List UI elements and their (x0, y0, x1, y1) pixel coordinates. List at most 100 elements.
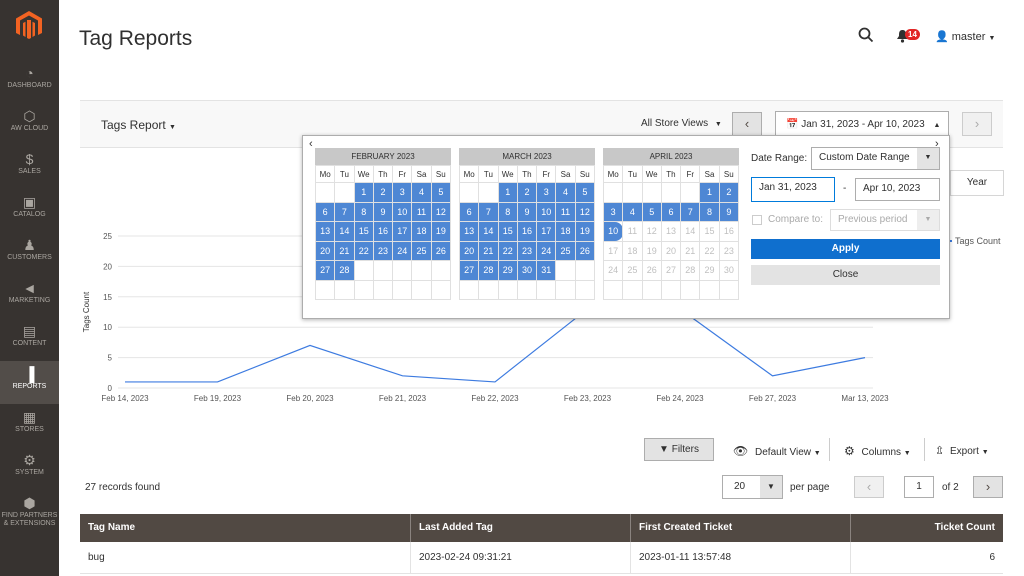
calendar-day[interactable]: 4 (622, 201, 643, 222)
calendar-day[interactable]: 6 (660, 201, 682, 222)
calendar-day[interactable]: 27 (458, 260, 480, 281)
calendar-day[interactable]: 11 (411, 201, 432, 222)
calendar-day[interactable]: 9 (516, 201, 538, 222)
calendar-day[interactable]: 19 (641, 240, 662, 261)
view-select[interactable]: 👁 Default View ▼ (733, 444, 821, 458)
sidebar-item-stores[interactable]: ▦ STORES (0, 404, 59, 447)
sidebar-item-system[interactable]: ⚙ SYSTEM (0, 447, 59, 490)
calendar-day[interactable]: 5 (430, 182, 452, 203)
calendar-day[interactable]: 10 (392, 201, 413, 222)
calendar-day[interactable]: 24 (602, 260, 624, 281)
magento-logo[interactable] (14, 10, 44, 40)
calendar-day[interactable]: 24 (392, 240, 413, 261)
user-menu[interactable]: 👤 master ▼ (935, 30, 995, 43)
calendar-day[interactable]: 30 (516, 260, 538, 281)
calendar-day[interactable]: 3 (536, 182, 557, 203)
calendar-day[interactable]: 7 (334, 201, 355, 222)
calendar-day[interactable]: 26 (430, 240, 452, 261)
calendar-day[interactable]: 16 (718, 221, 740, 242)
sidebar-item-catalog[interactable]: ▣ CATALOG (0, 189, 59, 232)
calendar-day[interactable]: 22 (497, 240, 518, 261)
calendar-day[interactable]: 12 (641, 221, 662, 242)
calendar-day[interactable]: 28 (334, 260, 355, 281)
store-view-select[interactable]: All Store Views ▼ (641, 118, 722, 129)
calendar-day[interactable]: 16 (516, 221, 538, 242)
date-from-input[interactable]: Jan 31, 2023 (751, 177, 835, 202)
export-select[interactable]: ⇫ Export ▼ (935, 444, 989, 457)
calendar-day[interactable]: 5 (641, 201, 662, 222)
calendar-day[interactable]: 25 (622, 260, 643, 281)
calendar-day[interactable]: 17 (392, 221, 413, 242)
calendar-day[interactable]: 4 (411, 182, 432, 203)
sidebar-item-content[interactable]: ▤ CONTENT (0, 318, 59, 361)
calendar-day[interactable]: 2 (718, 182, 740, 203)
column-header-tag-name[interactable]: Tag Name (80, 514, 411, 542)
compare-select[interactable]: Previous period ▼ (830, 209, 940, 231)
calendar-day[interactable]: 20 (314, 240, 336, 261)
filters-button[interactable]: ▼ Filters (644, 438, 714, 461)
calendar-day[interactable]: 8 (353, 201, 374, 222)
apply-button[interactable]: Apply (751, 239, 940, 259)
calendar-day[interactable]: 27 (660, 260, 682, 281)
calendar-day[interactable]: 1 (699, 182, 720, 203)
calendar-day[interactable]: 6 (458, 201, 480, 222)
calendar-day[interactable]: 4 (555, 182, 576, 203)
report-select[interactable]: Tags Report ▼ (101, 118, 176, 132)
calendar-day[interactable]: 15 (699, 221, 720, 242)
calendar-day[interactable]: 19 (574, 221, 596, 242)
columns-select[interactable]: ⚙ Columns ▼ (844, 444, 911, 458)
year-button[interactable]: Year (950, 170, 1004, 196)
next-page-button[interactable]: › (973, 476, 1003, 498)
calendar-day[interactable]: 18 (411, 221, 432, 242)
calendar-day[interactable]: 11 (622, 221, 643, 242)
calendar-day[interactable]: 29 (497, 260, 518, 281)
sidebar-item-reports[interactable]: ▐ REPORTS (0, 361, 59, 404)
calendar-day[interactable]: 18 (555, 221, 576, 242)
calendar-day[interactable]: 15 (497, 221, 518, 242)
calendar-day[interactable]: 29 (699, 260, 720, 281)
calendar-day[interactable]: 22 (699, 240, 720, 261)
calendar-day[interactable]: 2 (516, 182, 538, 203)
sidebar-item-marketing[interactable]: ◄ MARKETING (0, 275, 59, 318)
calendar-day[interactable]: 25 (411, 240, 432, 261)
calendar-day[interactable]: 11 (555, 201, 576, 222)
next-period-button[interactable]: › (962, 112, 992, 136)
date-to-input[interactable]: Apr 10, 2023 (855, 178, 940, 201)
column-header-first-created-ticket[interactable]: First Created Ticket (631, 514, 851, 542)
calendar-day[interactable]: 13 (660, 221, 682, 242)
calendar-day[interactable]: 28 (478, 260, 499, 281)
calendar-day[interactable]: 15 (353, 221, 374, 242)
calendar-day[interactable]: 23 (516, 240, 538, 261)
calendar-day[interactable]: 22 (353, 240, 374, 261)
calendar-day[interactable]: 1 (497, 182, 518, 203)
calendar-day[interactable]: 3 (392, 182, 413, 203)
sidebar-item-customers[interactable]: ♟ CUSTOMERS (0, 232, 59, 275)
calendar-day[interactable]: 12 (430, 201, 452, 222)
prev-period-button[interactable]: ‹ (732, 112, 762, 136)
calendar-day[interactable]: 12 (574, 201, 596, 222)
calendar-day[interactable]: 23 (372, 240, 394, 261)
calendar-day[interactable]: 7 (478, 201, 499, 222)
calendar-day[interactable]: 3 (602, 201, 624, 222)
close-button[interactable]: Close (751, 265, 940, 285)
compare-checkbox[interactable] (752, 215, 762, 225)
page-input[interactable]: 1 (904, 476, 934, 498)
calendar-day[interactable]: 19 (430, 221, 452, 242)
calendar-day[interactable]: 9 (372, 201, 394, 222)
calendar-day[interactable]: 23 (718, 240, 740, 261)
date-range-type-select[interactable]: Custom Date Range ▼ (811, 147, 940, 170)
calendar-day[interactable]: 14 (334, 221, 355, 242)
column-header-ticket-count[interactable]: Ticket Count (851, 514, 1003, 542)
calendar-day[interactable]: 13 (458, 221, 480, 242)
calendar-day[interactable]: 20 (660, 240, 682, 261)
calendar-day[interactable]: 18 (622, 240, 643, 261)
calendar-day[interactable]: 21 (478, 240, 499, 261)
calendar-day[interactable]: 27 (314, 260, 336, 281)
calendar-day[interactable]: 31 (536, 260, 557, 281)
calendar-day[interactable]: 10 (602, 221, 624, 242)
calendar-day[interactable]: 2 (372, 182, 394, 203)
calendar-day[interactable]: 21 (680, 240, 701, 261)
column-header-last-added-tag[interactable]: Last Added Tag (411, 514, 631, 542)
calendar-day[interactable]: 17 (602, 240, 624, 261)
calendar-day[interactable]: 28 (680, 260, 701, 281)
